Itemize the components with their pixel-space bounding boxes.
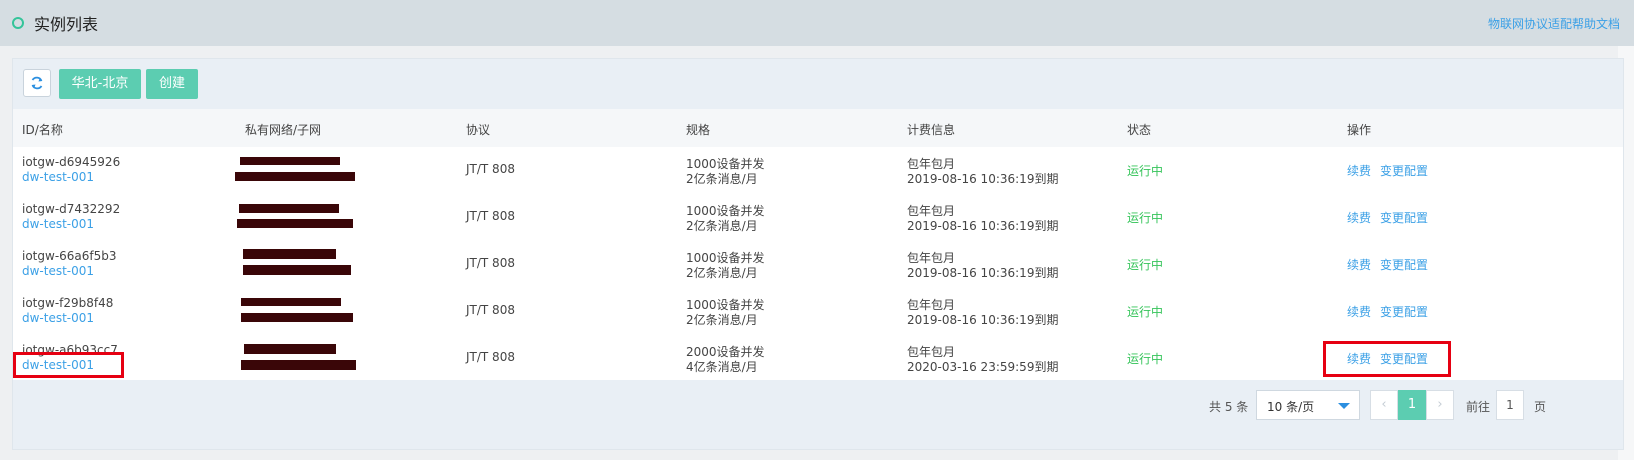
protocol: JT/T 808 (466, 303, 515, 317)
redacted-vpc (240, 157, 340, 165)
chevron-right-icon: › (1437, 397, 1443, 412)
redacted-subnet (241, 313, 353, 322)
table-row: iotgw-66a6f5b3 dw-test-001 JT/T 808 1000… (13, 241, 1623, 289)
status-text: 运行中 (1127, 258, 1164, 272)
refresh-icon (31, 76, 43, 90)
instance-id: iotgw-d6945926 (22, 155, 121, 169)
instance-name-link[interactable]: dw-test-001 (22, 264, 94, 278)
column-header-status: 状态 (1127, 123, 1152, 137)
page-header: 实例列表 物联网协议适配帮助文档 (0, 0, 1634, 46)
redacted-subnet (237, 219, 353, 228)
table-row: iotgw-d7432292 dw-test-001 JT/T 808 1000… (13, 194, 1623, 242)
spec-messages: 2亿条消息/月 (686, 219, 758, 233)
column-header-id-name: ID/名称 (22, 123, 63, 137)
chevron-down-icon (1338, 403, 1350, 409)
chevron-left-icon: ‹ (1381, 397, 1387, 412)
billing-expiry: 2019-08-16 10:36:19到期 (907, 219, 1059, 233)
redacted-vpc (239, 204, 339, 213)
change-config-link[interactable]: 变更配置 (1380, 209, 1428, 226)
goto-page-input[interactable]: 1 (1496, 390, 1524, 420)
billing-expiry: 2019-08-16 10:36:19到期 (907, 172, 1059, 186)
redacted-vpc (243, 249, 336, 259)
billing-expiry: 2019-08-16 10:36:19到期 (907, 313, 1059, 327)
page-size-select[interactable]: 10 条/页 (1256, 390, 1360, 420)
prev-page-button[interactable]: ‹ (1370, 390, 1398, 420)
spec-messages: 4亿条消息/月 (686, 360, 758, 374)
highlight-box-actions (1323, 341, 1451, 377)
renew-link[interactable]: 续费 (1347, 256, 1371, 273)
redacted-subnet (235, 172, 355, 181)
create-button[interactable]: 创建 (146, 69, 198, 99)
instance-id: iotgw-f29b8f48 (22, 296, 114, 310)
renew-link[interactable]: 续费 (1347, 162, 1371, 179)
column-header-protocol: 协议 (466, 123, 491, 137)
redacted-subnet (241, 360, 356, 370)
pagination-bar: 共 5 条 10 条/页 ‹ 1 › 前往 1 页 (13, 380, 1623, 449)
column-header-spec: 规格 (686, 123, 711, 137)
change-config-link[interactable]: 变更配置 (1380, 256, 1428, 273)
redacted-vpc (241, 298, 341, 306)
page-size-value: 10 条/页 (1267, 400, 1315, 414)
page-title: 实例列表 (34, 15, 99, 34)
column-header-network: 私有网络/子网 (245, 123, 322, 137)
next-page-button[interactable]: › (1426, 390, 1454, 420)
page-number-button[interactable]: 1 (1398, 390, 1426, 420)
table-row: iotgw-d6945926 dw-test-001 JT/T 808 1000… (13, 147, 1623, 195)
refresh-button[interactable] (23, 69, 51, 97)
redacted-subnet (243, 265, 351, 275)
change-config-link[interactable]: 变更配置 (1380, 303, 1428, 320)
instance-id: iotgw-d7432292 (22, 202, 121, 216)
protocol: JT/T 808 (466, 162, 515, 176)
status-text: 运行中 (1127, 352, 1164, 366)
column-header-billing: 计费信息 (907, 123, 956, 137)
billing-expiry: 2020-03-16 23:59:59到期 (907, 360, 1059, 374)
renew-link[interactable]: 续费 (1347, 209, 1371, 226)
page-suffix-label: 页 (1534, 400, 1547, 414)
help-doc-link[interactable]: 物联网协议适配帮助文档 (1488, 15, 1620, 32)
table-row: iotgw-a6b93cc7 dw-test-001 JT/T 808 2000… (13, 335, 1623, 382)
status-text: 运行中 (1127, 211, 1164, 225)
protocol: JT/T 808 (466, 350, 515, 364)
redacted-vpc (244, 344, 336, 354)
protocol: JT/T 808 (466, 256, 515, 270)
instance-name-link[interactable]: dw-test-001 (22, 170, 94, 184)
status-text: 运行中 (1127, 164, 1164, 178)
total-count: 共 5 条 (1209, 400, 1249, 414)
protocol: JT/T 808 (466, 209, 515, 223)
spec-messages: 2亿条消息/月 (686, 266, 758, 280)
title-circle-icon (12, 17, 24, 29)
instance-id: iotgw-66a6f5b3 (22, 249, 117, 263)
billing-expiry: 2019-08-16 10:36:19到期 (907, 266, 1059, 280)
toolbar: 华北-北京 创建 (13, 59, 1623, 110)
table-row: iotgw-f29b8f48 dw-test-001 JT/T 808 1000… (13, 288, 1623, 336)
goto-label: 前往 (1466, 400, 1491, 414)
instance-list-panel: 华北-北京 创建 ID/名称 私有网络/子网 协议 规格 计费信息 状态 操作 … (12, 58, 1624, 450)
status-text: 运行中 (1127, 305, 1164, 319)
renew-link[interactable]: 续费 (1347, 303, 1371, 320)
spec-messages: 2亿条消息/月 (686, 172, 758, 186)
highlight-box-name (13, 352, 124, 378)
spec-messages: 2亿条消息/月 (686, 313, 758, 327)
instance-name-link[interactable]: dw-test-001 (22, 217, 94, 231)
change-config-link[interactable]: 变更配置 (1380, 162, 1428, 179)
table-header: ID/名称 私有网络/子网 协议 规格 计费信息 状态 操作 (13, 109, 1623, 148)
region-button[interactable]: 华北-北京 (59, 69, 141, 99)
column-header-actions: 操作 (1347, 123, 1372, 137)
instance-name-link[interactable]: dw-test-001 (22, 311, 94, 325)
